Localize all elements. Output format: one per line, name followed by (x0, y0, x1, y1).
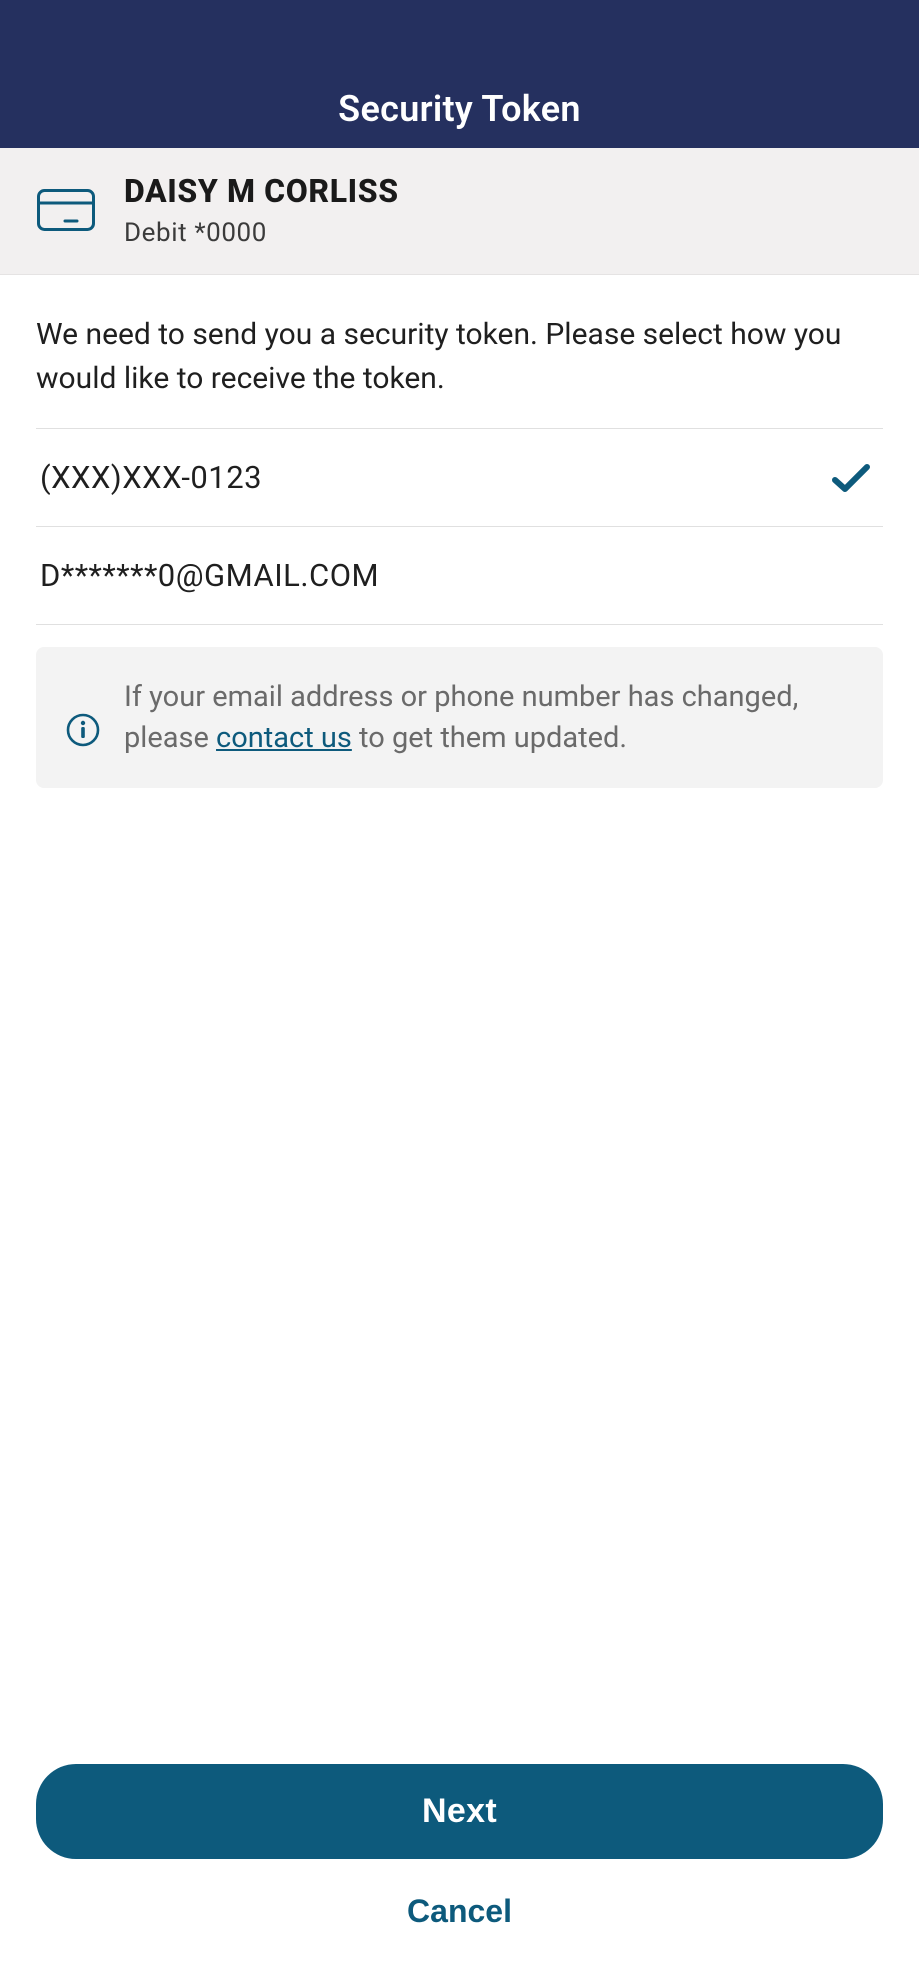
info-box: If your email address or phone number ha… (36, 647, 883, 788)
contact-us-link[interactable]: contact us (216, 721, 352, 755)
info-icon (64, 711, 102, 749)
main-content: We need to send you a security token. Pl… (0, 275, 919, 1764)
cancel-button[interactable]: Cancel (36, 1859, 883, 1940)
delivery-option-list: (XXX)XXX-0123 D*******0@GMAIL.COM (36, 428, 883, 625)
instruction-text: We need to send you a security token. Pl… (36, 313, 883, 400)
info-text: If your email address or phone number ha… (124, 677, 843, 758)
footer-actions: Next Cancel (0, 1764, 919, 1980)
info-post-text: to get them updated. (352, 721, 627, 755)
account-banner: DAISY M CORLISS Debit *0000 (0, 148, 919, 275)
option-email[interactable]: D*******0@GMAIL.COM (36, 527, 883, 625)
account-text: DAISY M CORLISS Debit *0000 (124, 172, 399, 248)
card-icon (36, 188, 96, 232)
page-title: Security Token (338, 88, 581, 130)
check-icon (829, 460, 873, 496)
option-label: D*******0@GMAIL.COM (40, 557, 379, 594)
app-header: Security Token (0, 0, 919, 148)
account-name: DAISY M CORLISS (124, 172, 399, 210)
next-button[interactable]: Next (36, 1764, 883, 1859)
account-subtitle: Debit *0000 (124, 218, 399, 248)
option-label: (XXX)XXX-0123 (40, 459, 262, 496)
option-phone[interactable]: (XXX)XXX-0123 (36, 429, 883, 527)
